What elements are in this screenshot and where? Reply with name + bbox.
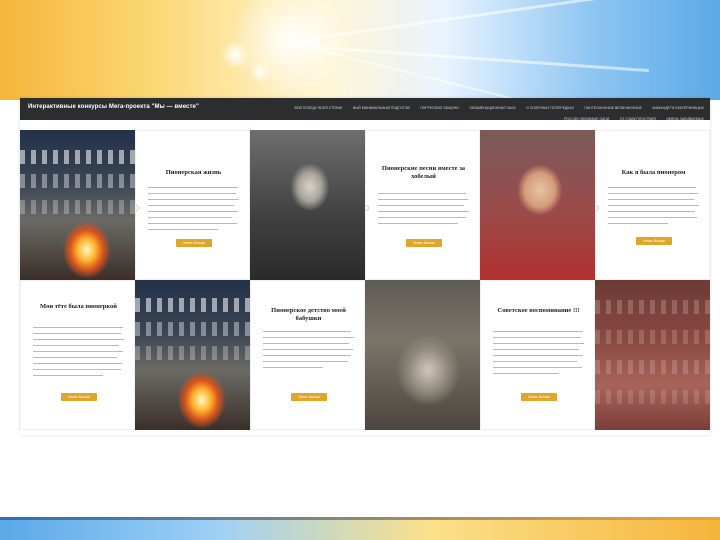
nav-dot: [366, 205, 369, 211]
nav-item[interactable]: ВЫЙ МИНИМАЛЬНЫЙ ПОДГОТОВ: [353, 104, 410, 112]
more-button[interactable]: Узнать больше: [636, 237, 672, 245]
more-button[interactable]: Узнать больше: [176, 239, 212, 247]
cards-grid: Пионерская жизнь Узнать больше Пионерски…: [20, 130, 710, 430]
card-title: Мои тёте была пионеркой: [40, 303, 117, 310]
card-grandma-childhood[interactable]: Пионерское детство моей бабушки Узнать б…: [250, 280, 365, 430]
nav-item[interactable]: ВОЙ ПОБЕДУ ВСЕЙ СТРАНЕ: [295, 104, 343, 112]
website-screenshot: Интерактивные конкурсы Мега-проекта "Мы …: [20, 98, 710, 435]
campfire-photo: [20, 130, 135, 280]
three-women-photo: [365, 280, 480, 430]
more-button[interactable]: Узнать больше: [61, 393, 97, 401]
nav-item[interactable]: ПАНТЕОНИЧНЫЕ ВЕЛИЧНИЧНЫЕ: [584, 104, 641, 112]
pioneer-girl-bw-photo: [250, 130, 365, 280]
card-pioneer-life[interactable]: Пионерская жизнь Узнать больше: [135, 130, 250, 280]
more-button[interactable]: Узнать больше: [406, 239, 442, 247]
nav-dot: [596, 205, 599, 211]
nav-item[interactable]: ИМЕНА ЗАБИВАЕМЫХ: [666, 115, 704, 123]
light-glow: [250, 62, 270, 82]
card-pioneer-songs[interactable]: Пионерские песни вместе за хобелый Узнат…: [365, 130, 480, 280]
nav-item[interactable]: МАМАНДЕТИ ЕКАТЕРИНИЦЫХ: [652, 104, 704, 112]
nav-dot: [136, 205, 139, 211]
card-title: Как я была пионером: [621, 169, 686, 176]
nav-item[interactable]: ПОРТФОЛИО ОБЩЕНИ: [420, 104, 459, 112]
class-group-photo: [595, 280, 710, 430]
slide-bottom-banner: [0, 520, 720, 540]
slide-top-banner: [0, 0, 720, 100]
site-title: Интерактивные конкурсы Мега-проекта "Мы …: [28, 104, 199, 110]
site-nav: ВОЙ ПОБЕДУ ВСЕЙ СТРАНЕ ВЫЙ МИНИМАЛЬНЫЙ П…: [264, 101, 704, 123]
campfire-photo-2: [135, 280, 250, 430]
card-soviet-memories[interactable]: Советское воспоминание !!! Узнать больше: [480, 280, 595, 430]
card-how-i-was-pioneer[interactable]: Как я была пионером Узнать больше: [595, 130, 710, 280]
nav-item[interactable]: О ПОЛЕЗНЫХ ПОПЕРЕДКАХ: [526, 104, 574, 112]
nav-item[interactable]: ЭКЗАМЕНАЦИОННАЯ ЗАЛА: [469, 104, 515, 112]
site-header: Интерактивные конкурсы Мега-проекта "Мы …: [20, 98, 710, 123]
more-button[interactable]: Узнать больше: [521, 393, 557, 401]
card-title: Пионерские песни вместе за хобелый: [381, 165, 466, 180]
nav-item[interactable]: РОССИИ ЛЮБИМЫЕ ОДНИ: [564, 115, 610, 123]
card-aunt-pioneer[interactable]: Мои тёте была пионеркой Узнать больше: [20, 280, 135, 430]
card-title: Пионерское детство моей бабушки: [271, 307, 346, 322]
nav-item[interactable]: ГО СЛАВОТЕНСТВИЯ: [620, 115, 656, 123]
child-pioneer-color-photo: [480, 130, 595, 280]
more-button[interactable]: Узнать больше: [291, 393, 327, 401]
light-glow: [220, 40, 250, 70]
card-title: Советское воспоминание !!!: [497, 307, 580, 314]
card-title: Пионерская жизнь: [165, 169, 222, 176]
